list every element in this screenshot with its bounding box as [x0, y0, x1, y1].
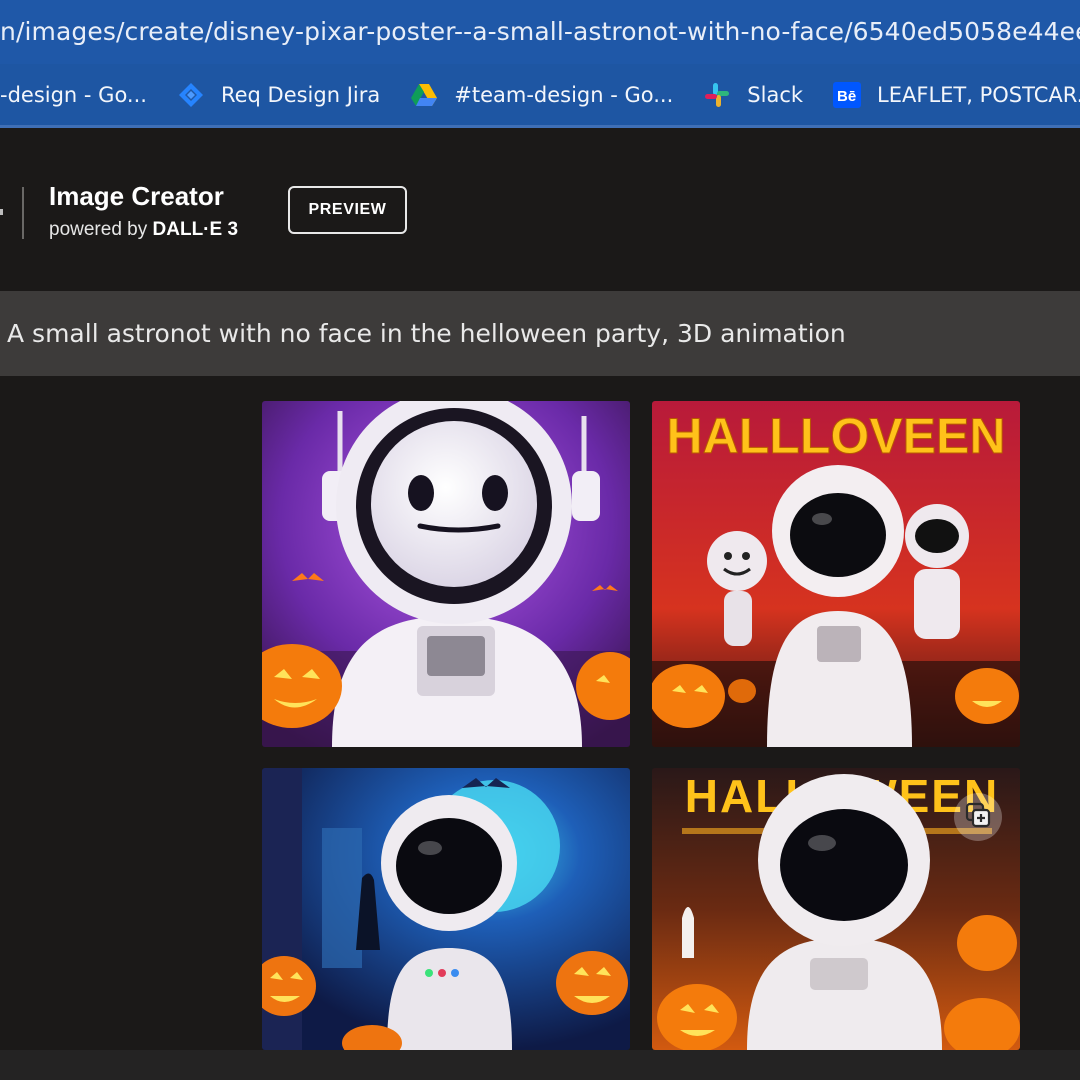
bookmark-label: LEAFLET, POSTCAR... [877, 82, 1080, 107]
pumpkin-icon [657, 984, 737, 1050]
url-text[interactable]: n/images/create/disney-pixar-poster--a-s… [0, 0, 1080, 64]
page-subtitle: powered by DALL·E 3 [49, 219, 238, 241]
bookmark-req-design-jira[interactable]: Req Design Jira [177, 64, 381, 125]
result-image-3[interactable] [262, 768, 630, 1050]
bookmark-leaflet-postcard[interactable]: Bē LEAFLET, POSTCAR... [833, 64, 1080, 125]
pumpkin-icon [652, 664, 725, 728]
prompt-bar[interactable]: A small astronot with no face in the hel… [0, 291, 1080, 376]
copy-plus-icon [964, 801, 992, 834]
bookmark-team-design-docs[interactable]: -design - Go... [0, 64, 147, 125]
bottom-bar [0, 1050, 1080, 1080]
poster-title: HALLLOVEEN [667, 408, 1006, 464]
prompt-text[interactable]: A small astronot with no face in the hel… [0, 319, 846, 348]
bookmark-label: #team-design - Go... [454, 82, 674, 107]
page-title: Image Creator [49, 181, 224, 211]
bookmarks-bar: -design - Go... Req Design Jira #team-de… [0, 64, 1080, 128]
jira-icon [177, 81, 205, 109]
menu-edge[interactable] [0, 209, 3, 215]
copy-image-button[interactable] [954, 793, 1002, 841]
address-bar[interactable]: n/images/create/disney-pixar-poster--a-s… [0, 0, 1080, 64]
bookmark-label: -design - Go... [0, 82, 147, 107]
app-header: Image Creator powered by DALL·E 3 PREVIE… [0, 131, 1080, 291]
bookmark-label: Slack [747, 82, 804, 107]
google-drive-icon [410, 81, 438, 109]
slack-icon [703, 81, 731, 109]
svg-text:Bē: Bē [837, 88, 856, 105]
result-image-2[interactable]: HALLLOVEEN [652, 401, 1020, 747]
subtitle-prefix: powered by [49, 219, 153, 240]
subtitle-brand: DALL·E 3 [152, 219, 239, 240]
preview-button[interactable]: PREVIEW [288, 186, 407, 234]
behance-icon: Bē [833, 81, 862, 109]
header-divider [22, 187, 24, 239]
bookmark-team-design-drive[interactable]: #team-design - Go... [410, 64, 674, 125]
bookmark-label: Req Design Jira [220, 82, 381, 107]
bookmark-slack[interactable]: Slack [703, 64, 804, 125]
result-image-1[interactable] [262, 401, 630, 747]
